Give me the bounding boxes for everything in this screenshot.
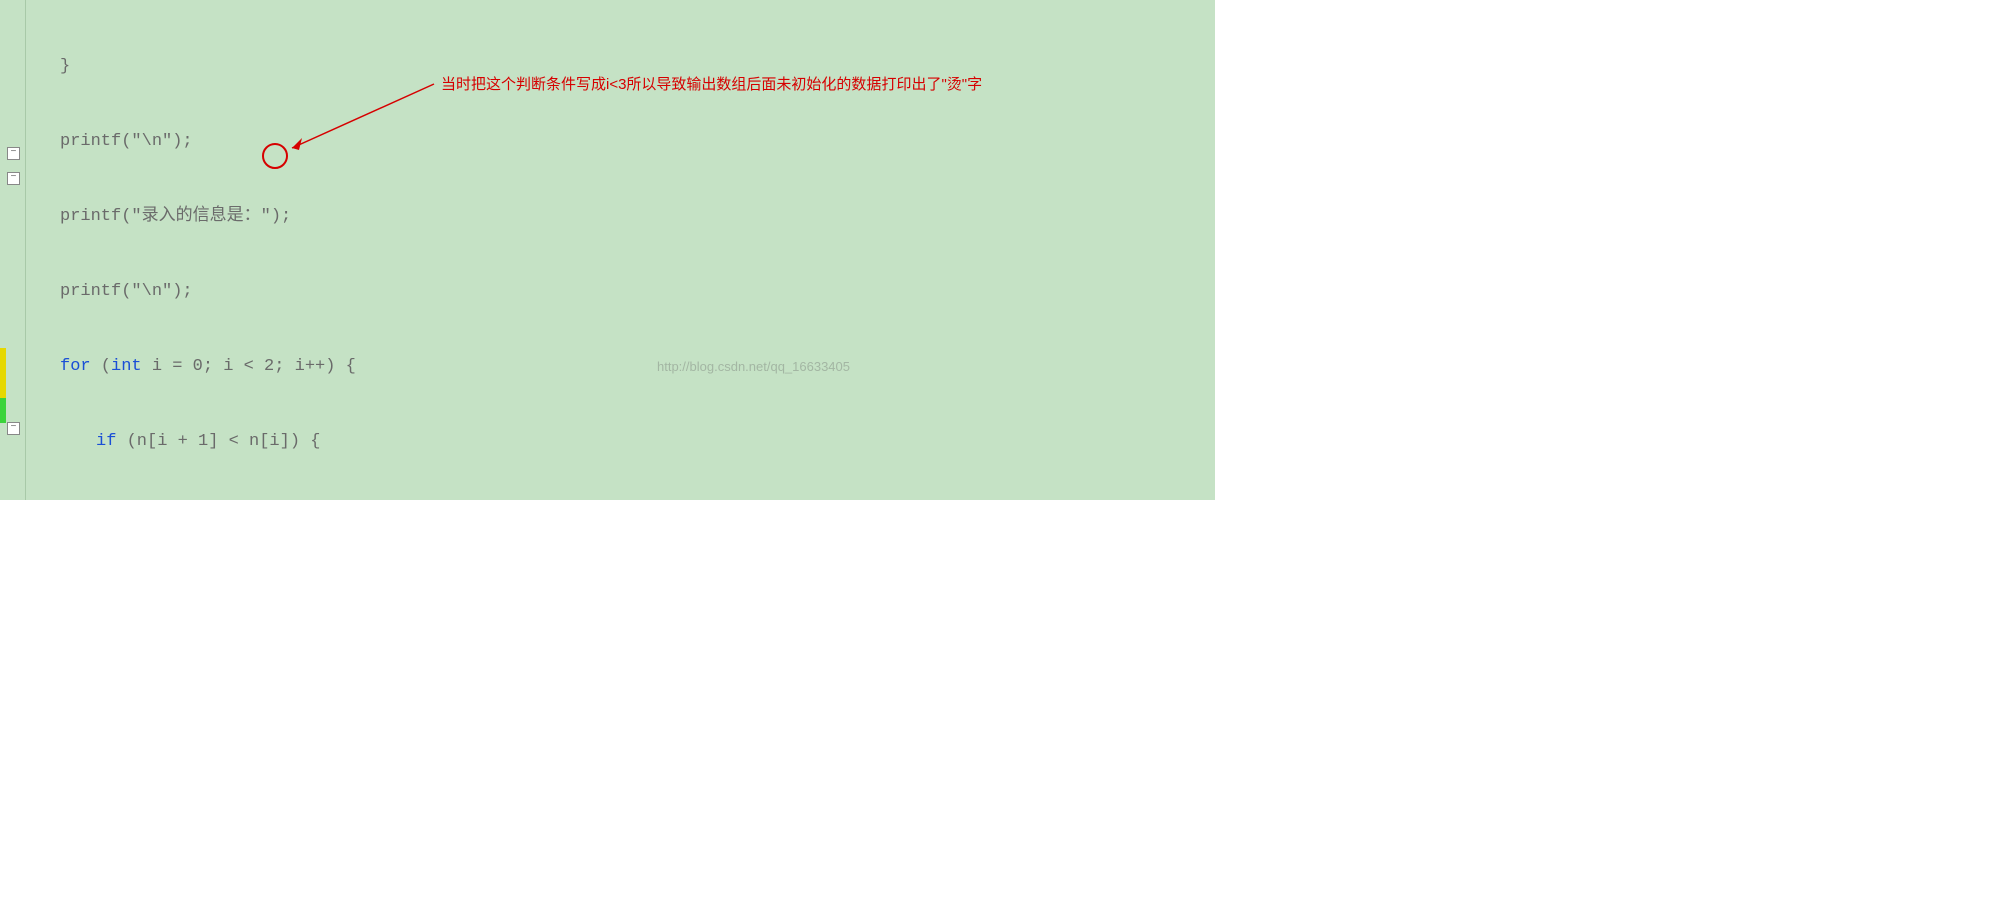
code-area[interactable]: } printf("\n"); printf("录入的信息是："); print… [26,0,1215,500]
change-marker [0,348,6,398]
code-line: if (n[i + 1] < n[i]) { [26,429,1215,454]
code-line: printf("\n"); [26,129,1215,154]
watermark: http://blog.csdn.net/qq_16633405 [657,354,850,379]
annotation-text: 当时把这个判断条件写成i<3所以导致输出数组后面未初始化的数据打印出了"烫"字 [441,72,982,97]
fold-toggle[interactable]: − [7,422,20,435]
fold-toggle[interactable]: − [7,172,20,185]
code-line: printf("\n"); [26,279,1215,304]
change-marker [0,398,6,423]
code-line: printf("录入的信息是："); [26,204,1215,229]
fold-toggle[interactable]: − [7,147,20,160]
gutter: − − − [0,0,26,500]
code-line: for (int i = 0; i < 2; i++) { [26,354,1215,379]
code-editor: − − − } printf("\n"); printf("录入的信息是：");… [0,0,1215,500]
